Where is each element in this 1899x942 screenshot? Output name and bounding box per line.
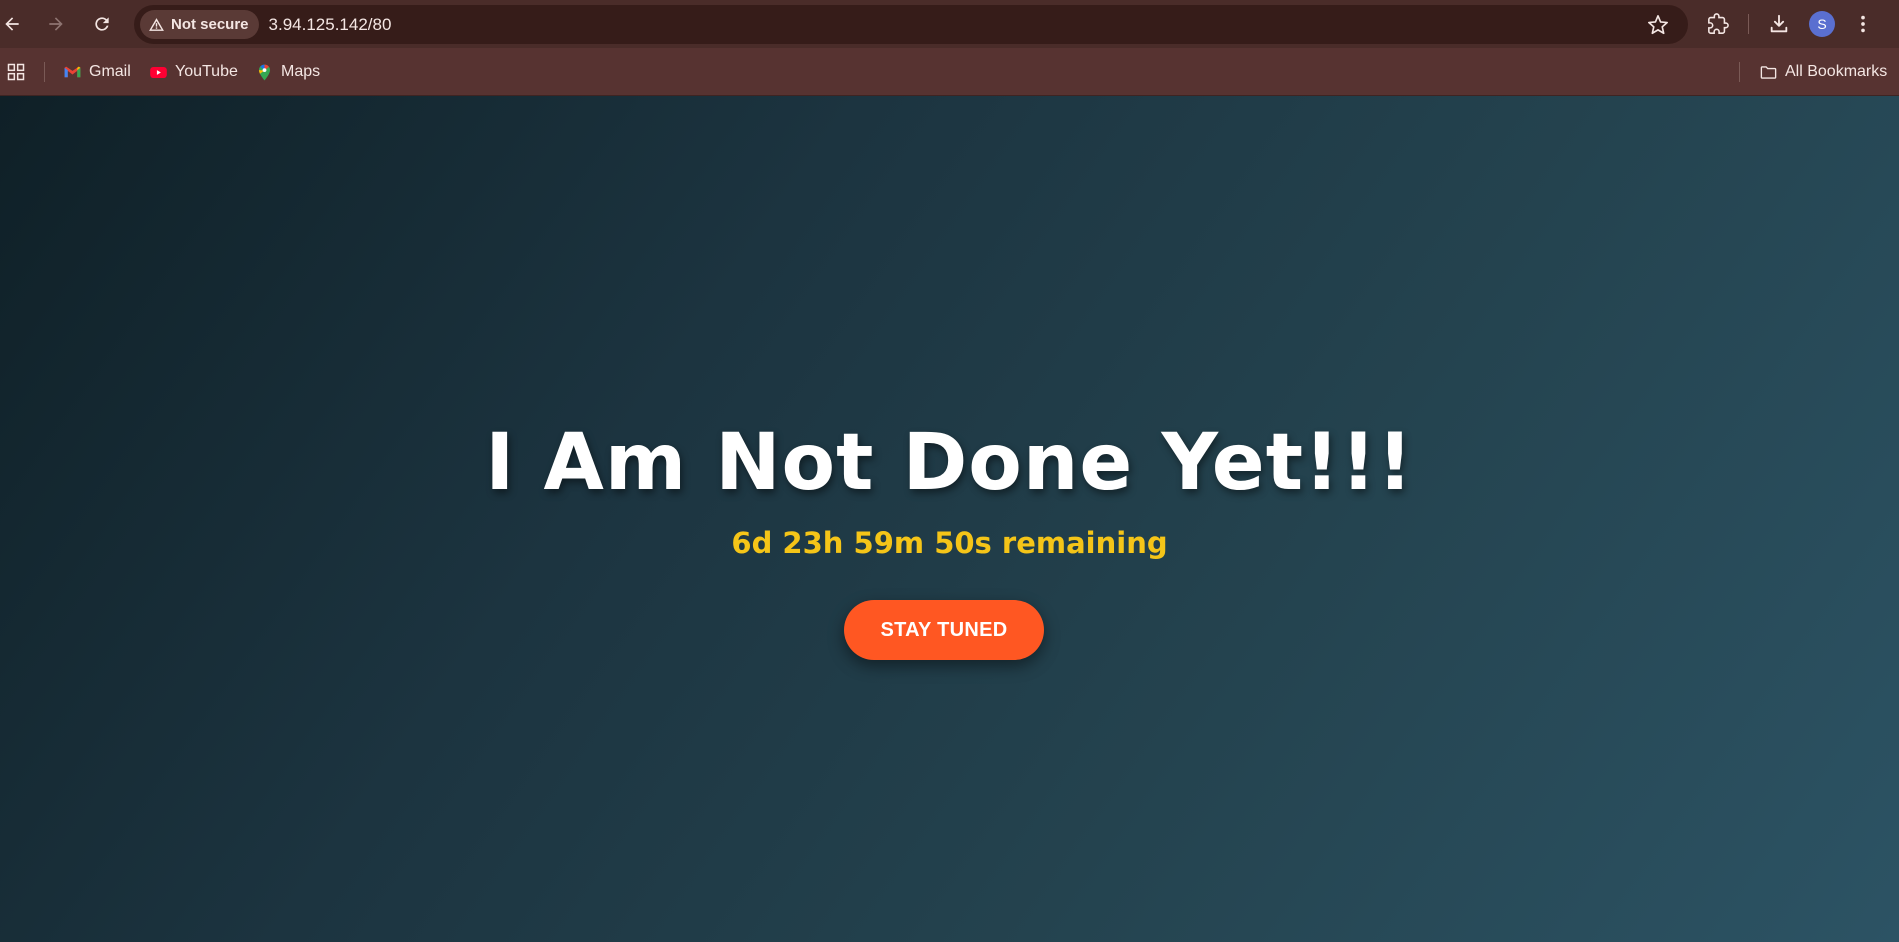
reload-icon [95,17,109,31]
page-headline: I Am Not Done Yet!!! [485,418,1414,508]
security-label: Not secure [171,16,249,33]
star-icon [1648,14,1668,34]
bookmark-maps[interactable]: Maps [255,59,320,85]
bookmark-gmail[interactable]: Gmail [63,59,131,85]
stay-tuned-button[interactable]: STAY TUNED [844,600,1044,660]
download-icon [1770,14,1788,33]
maps-icon [258,64,271,80]
back-button[interactable] [0,8,28,40]
bookmark-label: Maps [281,63,321,80]
browser-menu-button[interactable] [1847,8,1879,40]
all-bookmarks-label: All Bookmarks [1785,63,1888,80]
gmail-icon [64,66,81,77]
address-bar[interactable]: Not secure 3.94.125.142/80 [134,5,1688,44]
bookmark-label: Gmail [89,63,131,80]
url-text[interactable]: 3.94.125.142/80 [269,15,1642,35]
security-chip[interactable]: Not secure [140,10,259,39]
bookmarks-divider [44,62,45,82]
bookmark-star-button[interactable] [1642,9,1674,41]
youtube-icon [150,66,167,78]
page-content: I Am Not Done Yet!!! 6d 23h 59m 50s rema… [0,96,1899,942]
warning-triangle-icon [149,18,164,31]
bookmark-youtube[interactable]: YouTube [149,59,238,85]
browser-window: Not secure 3.94.125.142/80 S Gmail YouTu… [0,0,1899,942]
arrow-right-icon [49,17,63,31]
puzzle-icon [1708,13,1729,34]
arrow-left-icon [5,17,19,31]
bookmark-label: YouTube [175,63,238,80]
all-bookmarks-button[interactable]: All Bookmarks [1759,59,1887,85]
forward-button[interactable] [40,8,72,40]
toolbar-divider [1748,14,1749,34]
apps-button[interactable] [4,60,28,84]
bookmarks-bar: Gmail YouTube Maps All Bookmarks [0,48,1899,96]
profile-avatar[interactable]: S [1809,11,1835,37]
downloads-button[interactable] [1763,8,1795,40]
apps-grid-icon [7,63,25,81]
countdown-timer: 6d 23h 59m 50s remaining [731,526,1168,560]
extensions-button[interactable] [1702,8,1734,40]
folder-icon [1760,65,1777,79]
reload-button[interactable] [86,8,118,40]
browser-toolbar: Not secure 3.94.125.142/80 S [0,0,1899,48]
toolbar-actions: S [1702,8,1879,40]
kebab-menu-icon [1861,15,1865,33]
bookmarks-right-divider [1739,62,1740,82]
